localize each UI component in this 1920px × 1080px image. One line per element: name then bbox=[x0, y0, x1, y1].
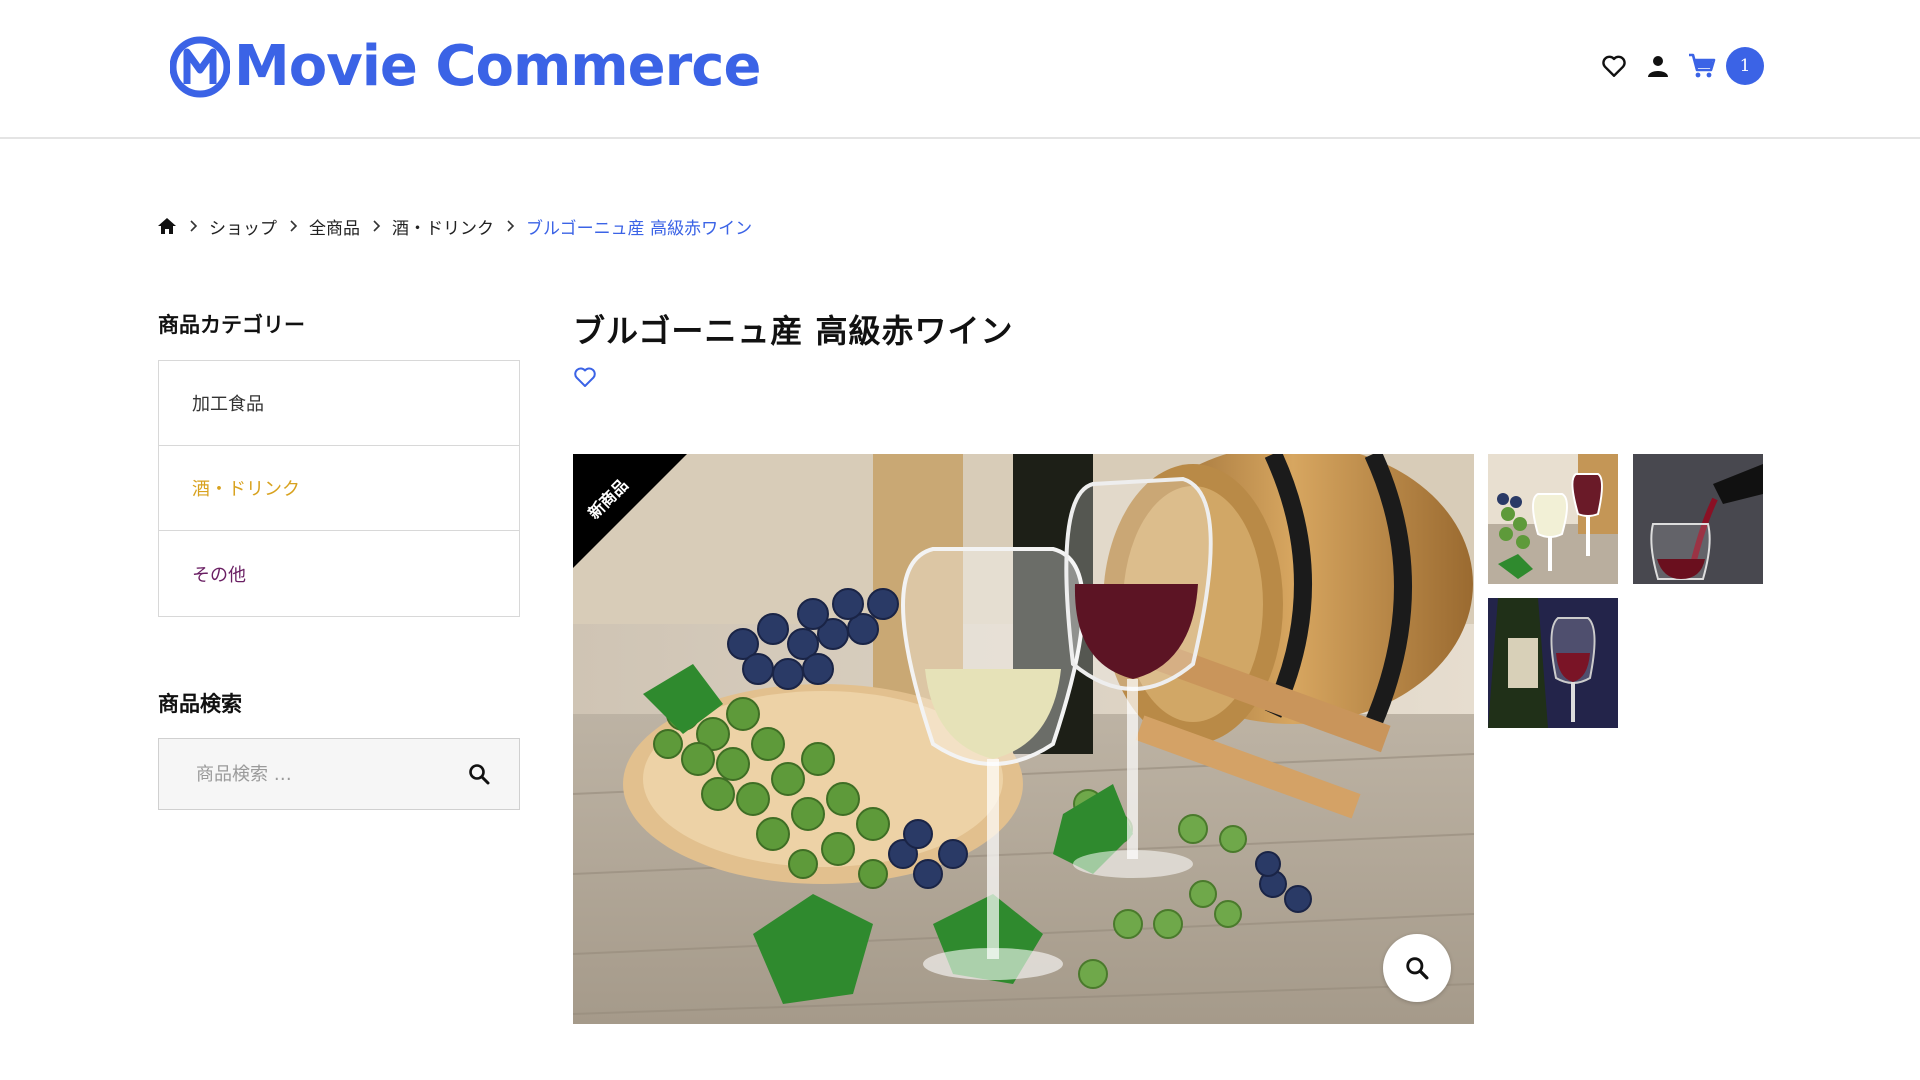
search-icon bbox=[469, 764, 490, 785]
breadcrumb: ショップ 全商品 酒・ドリンク ブルゴーニュ産 高級赤ワイン bbox=[157, 212, 752, 240]
site-logo[interactable]: Movie Commerce bbox=[170, 33, 761, 101]
search-heading: 商品検索 bbox=[158, 692, 242, 716]
site-header: Movie Commerce 1 bbox=[0, 0, 1920, 139]
chevron-right-icon bbox=[277, 212, 309, 240]
product-title: ブルゴーニュ産 高級赤ワイン bbox=[573, 312, 1014, 350]
add-to-wishlist-button[interactable] bbox=[573, 366, 599, 392]
account-button[interactable] bbox=[1636, 44, 1680, 88]
chevron-right-icon bbox=[177, 212, 209, 240]
category-label: その他 bbox=[192, 564, 246, 586]
chevron-right-icon bbox=[360, 212, 392, 240]
user-icon bbox=[1648, 56, 1668, 77]
product-search-form bbox=[158, 738, 520, 810]
product-main-image[interactable]: 新商品 bbox=[573, 454, 1474, 1024]
thumbnail-image bbox=[1488, 598, 1618, 728]
product-thumbnail-3[interactable] bbox=[1488, 598, 1618, 728]
home-icon bbox=[158, 218, 176, 234]
category-item-processed-food[interactable]: 加工食品 bbox=[159, 361, 519, 446]
image-zoom-button[interactable] bbox=[1383, 934, 1451, 1002]
breadcrumb-item-drinks[interactable]: 酒・ドリンク bbox=[392, 214, 494, 239]
thumbnail-image bbox=[1633, 454, 1763, 584]
search-icon bbox=[1406, 957, 1429, 980]
heart-icon bbox=[574, 367, 596, 387]
search-submit-button[interactable] bbox=[449, 739, 509, 809]
new-product-ribbon: 新商品 bbox=[573, 454, 687, 568]
product-thumbnail-1[interactable] bbox=[1488, 454, 1618, 584]
thumbnail-image bbox=[1488, 454, 1618, 584]
breadcrumb-item-all-products[interactable]: 全商品 bbox=[309, 214, 360, 239]
cart-icon bbox=[1689, 53, 1716, 78]
cart-count-badge[interactable]: 1 bbox=[1726, 47, 1764, 85]
category-label: 加工食品 bbox=[192, 394, 264, 415]
category-list: 加工食品 酒・ドリンク その他 bbox=[158, 360, 520, 617]
wine-still-life-image bbox=[573, 454, 1474, 1024]
chevron-right-icon bbox=[494, 212, 526, 240]
wishlist-button[interactable] bbox=[1592, 44, 1636, 88]
logo-text: Movie Commerce bbox=[234, 34, 761, 99]
breadcrumb-current: ブルゴーニュ産 高級赤ワイン bbox=[526, 218, 753, 239]
breadcrumb-item-shop[interactable]: ショップ bbox=[209, 214, 277, 239]
breadcrumb-home[interactable] bbox=[157, 217, 177, 235]
category-label: 酒・ドリンク bbox=[192, 479, 300, 500]
category-heading: 商品カテゴリー bbox=[158, 313, 305, 337]
product-search-input[interactable] bbox=[159, 739, 449, 809]
category-item-other[interactable]: その他 bbox=[159, 531, 519, 616]
category-item-drinks[interactable]: 酒・ドリンク bbox=[159, 446, 519, 531]
heart-icon bbox=[1602, 55, 1626, 77]
cart-button[interactable] bbox=[1680, 44, 1724, 88]
logo-mark-icon bbox=[170, 36, 230, 98]
product-thumbnail-2[interactable] bbox=[1633, 454, 1763, 584]
